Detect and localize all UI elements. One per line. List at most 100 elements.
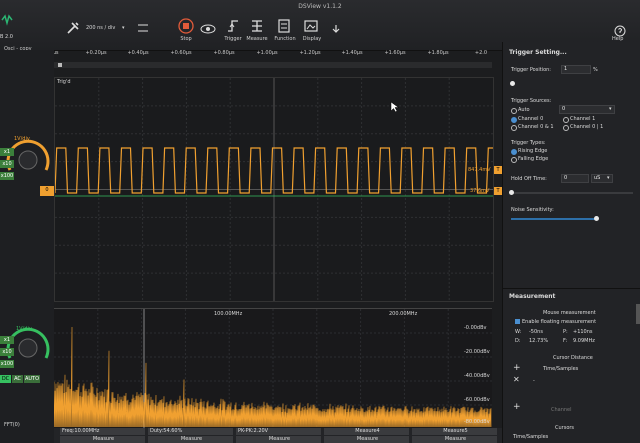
p-label: P: [563,329,568,335]
settings-icon[interactable] [66,20,80,39]
display-button[interactable]: Display [297,36,327,42]
ch0-position-marker[interactable]: 0 [40,186,54,196]
trigger-position-knob[interactable] [510,81,516,86]
chevron-down-icon[interactable]: ▾ [609,106,612,112]
fft-display[interactable]: 100.00MHz 200.00MHz -0.00dBv -20.00dBv -… [53,308,492,429]
p-value: +110ns [573,329,593,335]
ch0-x10[interactable]: x10 [0,160,14,168]
noise-sensitivity-slider[interactable] [511,218,597,220]
save-icon[interactable] [330,20,342,39]
falling-edge-label: Falling Edge [518,156,549,162]
holdoff-unit-chevron-icon[interactable]: ▾ [607,175,610,181]
ch1-x100[interactable]: x100 [0,360,14,368]
measure-status-bar: Freq:10.00MHz Duty:54.60% PK-PK:2.20V Me… [54,428,502,443]
add-cursor-icon[interactable]: + [513,363,521,373]
channel0and1-radio[interactable] [511,125,517,131]
measure-icon[interactable] [250,18,264,38]
channel1-label: Channel 1 [570,116,596,122]
f-label: F: [563,338,568,344]
trigger-sources-label: Trigger Sources: [511,98,552,104]
enable-floating-label: Enable floating measurement [522,319,597,325]
time-samples-label-2: Time/Samples [513,434,549,440]
status-measure4[interactable]: Measure4 [324,428,409,435]
ruler-tick: +1.60μs [384,50,406,56]
holdoff-input[interactable]: 0 [561,174,589,183]
timebase-dropdown-icon[interactable]: ▾ [122,25,125,31]
scope-display[interactable]: Trig'd [54,77,509,302]
status-duty[interactable]: Duty:54.60% [148,428,233,435]
trigger-panel-title: Trigger Setting... [509,49,567,56]
rising-edge-radio[interactable] [511,149,517,155]
ruler-tick: +0.80μs [213,50,235,56]
ch1-dc-button[interactable]: DC [0,375,11,383]
trigger-position-unit: % [593,67,598,73]
ch0-x1[interactable]: x1 [0,148,14,156]
falling-edge-radio[interactable] [511,157,517,163]
ruler-tick: +2.0 [474,50,488,56]
source-select[interactable]: 0 [559,105,615,114]
function-button[interactable]: Function [270,36,300,42]
timebase-label[interactable]: 200 ns / div [86,25,115,31]
enable-floating-checkbox[interactable] [515,319,520,324]
scroll-handle[interactable] [58,63,62,67]
fft-db-label: -20.00dBv [464,349,490,355]
d-value: 12.73% [529,338,549,344]
add-channel-cursor-icon[interactable]: + [513,402,521,412]
status-measure[interactable]: Measure [412,436,497,443]
channel0-label: Channel 0 [518,116,544,122]
noise-sensitivity-label: Noise Sensitivity: [511,207,554,213]
ch1-ac-button[interactable]: AC [12,375,23,383]
status-measure[interactable]: Measure [148,436,233,443]
channel0or1-radio[interactable] [563,125,569,131]
ch1-x1[interactable]: x1 [0,336,14,344]
display-icon[interactable] [304,18,318,38]
ch1-auto-button[interactable]: AUTO [24,375,40,383]
ch1-x10[interactable]: x10 [0,348,14,356]
measurement-title: Measurement [509,293,556,300]
fft-db-label: -60.00dBv [464,397,490,403]
trigger-icon[interactable] [226,18,240,38]
holdoff-knob[interactable] [509,190,514,195]
holdoff-slider[interactable] [511,192,633,194]
source-auto-radio[interactable] [511,108,517,114]
level-lower-text: 37.6mV [470,188,490,194]
ruler-tick: +0.40μs [127,50,149,56]
stop-button[interactable]: Stop [171,36,201,42]
time-scrollbar[interactable] [54,62,492,68]
d-label: D: [515,338,521,344]
measure-button[interactable]: Measure [242,36,272,42]
fft-db-label: -80.00dBv [464,419,490,425]
status-measure[interactable]: Measure [324,436,409,443]
status-measure[interactable]: Measure [60,436,145,443]
channel0-radio[interactable] [511,117,517,123]
cursor-distance-title: Cursor Distance [553,355,593,361]
status-measure5[interactable]: Measure5 [412,428,497,435]
side-panel: Trigger Setting... Trigger Position: 1 %… [502,42,640,443]
stop-icon[interactable] [178,18,194,38]
channel0or1-label: Channel 0 | 1 [570,124,604,130]
ch0-x100[interactable]: x100 [0,172,14,180]
status-freq[interactable]: Freq:10.00MHz [60,428,145,435]
fft-spectrum [53,309,492,429]
trig-status: Trig'd [57,79,71,85]
ruler-tick: +1.40μs [341,50,363,56]
status-pkpk[interactable]: PK-PK:2.20V [236,428,321,435]
trigger-types-label: Trigger Types: [511,140,546,146]
time-ruler: 0μs +0.20μs +0.40μs +0.60μs +0.80μs +1.0… [48,50,492,60]
fft-freq-label: 200.00MHz [389,311,418,317]
trigger-marker-upper[interactable]: T [494,166,502,174]
channel-sidebar: 1V/div x1 x10 x100 0 1V/div x1 x10 x100 … [0,50,54,443]
eye-icon[interactable] [200,20,216,39]
channel1-radio[interactable] [563,117,569,123]
ruler-tick: +1.00μs [256,50,278,56]
trigger-position-input[interactable]: 1 [561,65,591,74]
status-measure[interactable]: Measure [236,436,321,443]
panel-scrollbar[interactable] [636,304,640,324]
ch1-scale: 1V/div [16,326,32,332]
fft-label: FFT(0) [4,422,20,428]
function-icon[interactable] [277,18,291,38]
trigger-marker-lower[interactable]: T [494,187,502,195]
noise-sensitivity-knob[interactable] [594,216,600,221]
mouse-measurement-title: Mouse measurement [543,310,596,316]
remove-cursor-icon[interactable]: ✕ [513,375,520,384]
